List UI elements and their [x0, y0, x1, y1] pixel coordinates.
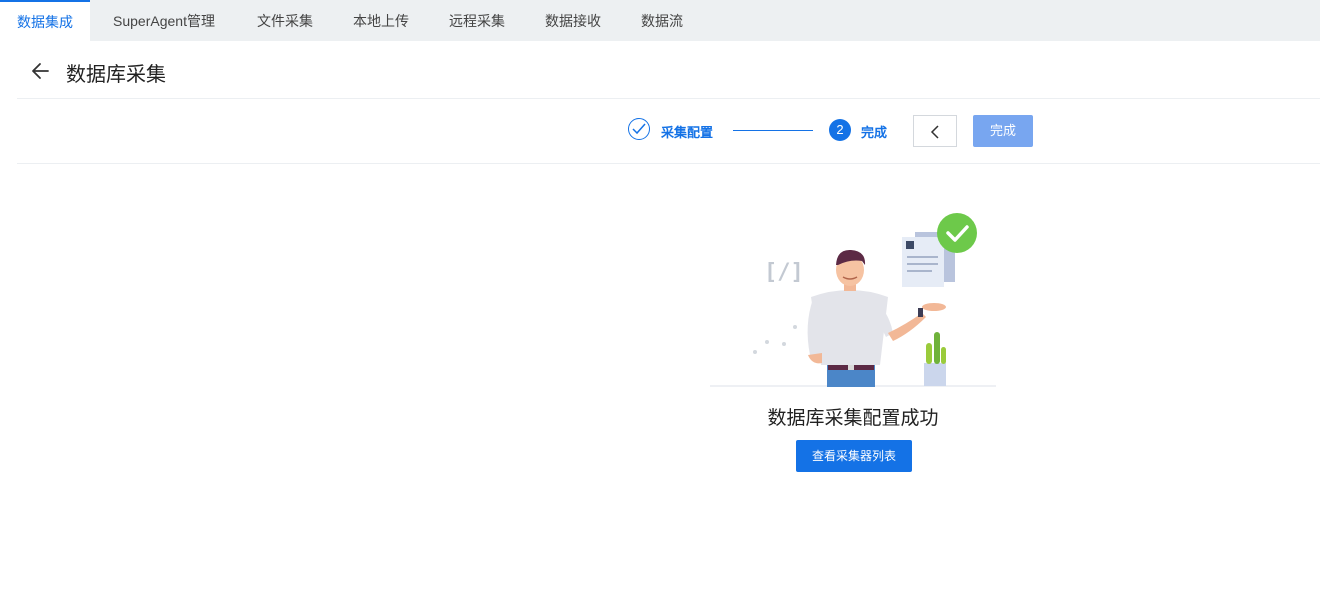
- step-connector: [733, 130, 813, 131]
- tab-file-collection[interactable]: 文件采集: [243, 0, 327, 41]
- step-label-config: 采集配置: [661, 125, 714, 140]
- tab-superagent[interactable]: SuperAgent管理: [96, 0, 232, 41]
- arrow-left-icon[interactable]: [31, 61, 51, 81]
- check-circle-icon: [628, 118, 650, 140]
- tab-data-receive[interactable]: 数据接收: [531, 0, 615, 41]
- tab-remote-collection[interactable]: 远程采集: [435, 0, 519, 41]
- svg-text:[/]: [/]: [764, 260, 804, 285]
- tab-data-integration[interactable]: 数据集成: [0, 0, 90, 41]
- success-message: 数据库采集配置成功: [767, 408, 939, 429]
- view-collector-list-button[interactable]: 查看采集器列表: [796, 440, 912, 472]
- tab-data-flow[interactable]: 数据流: [627, 0, 697, 41]
- steps-bar: 采集配置 2 完成 完成: [17, 99, 1320, 164]
- step-label-complete: 完成: [861, 125, 888, 140]
- prev-step-button[interactable]: [913, 115, 957, 147]
- chevron-left-icon: [930, 125, 939, 139]
- top-tab-bar: 数据集成 SuperAgent管理 文件采集 本地上传 远程采集 数据接收 数据…: [0, 0, 1320, 41]
- tab-local-upload[interactable]: 本地上传: [339, 0, 423, 41]
- step-number-badge: 2: [829, 119, 851, 141]
- page-header: 数据库采集: [17, 41, 1320, 99]
- page-title: 数据库采集: [66, 64, 166, 86]
- finish-button[interactable]: 完成: [973, 115, 1033, 147]
- success-illustration: [/]: [710, 205, 1000, 389]
